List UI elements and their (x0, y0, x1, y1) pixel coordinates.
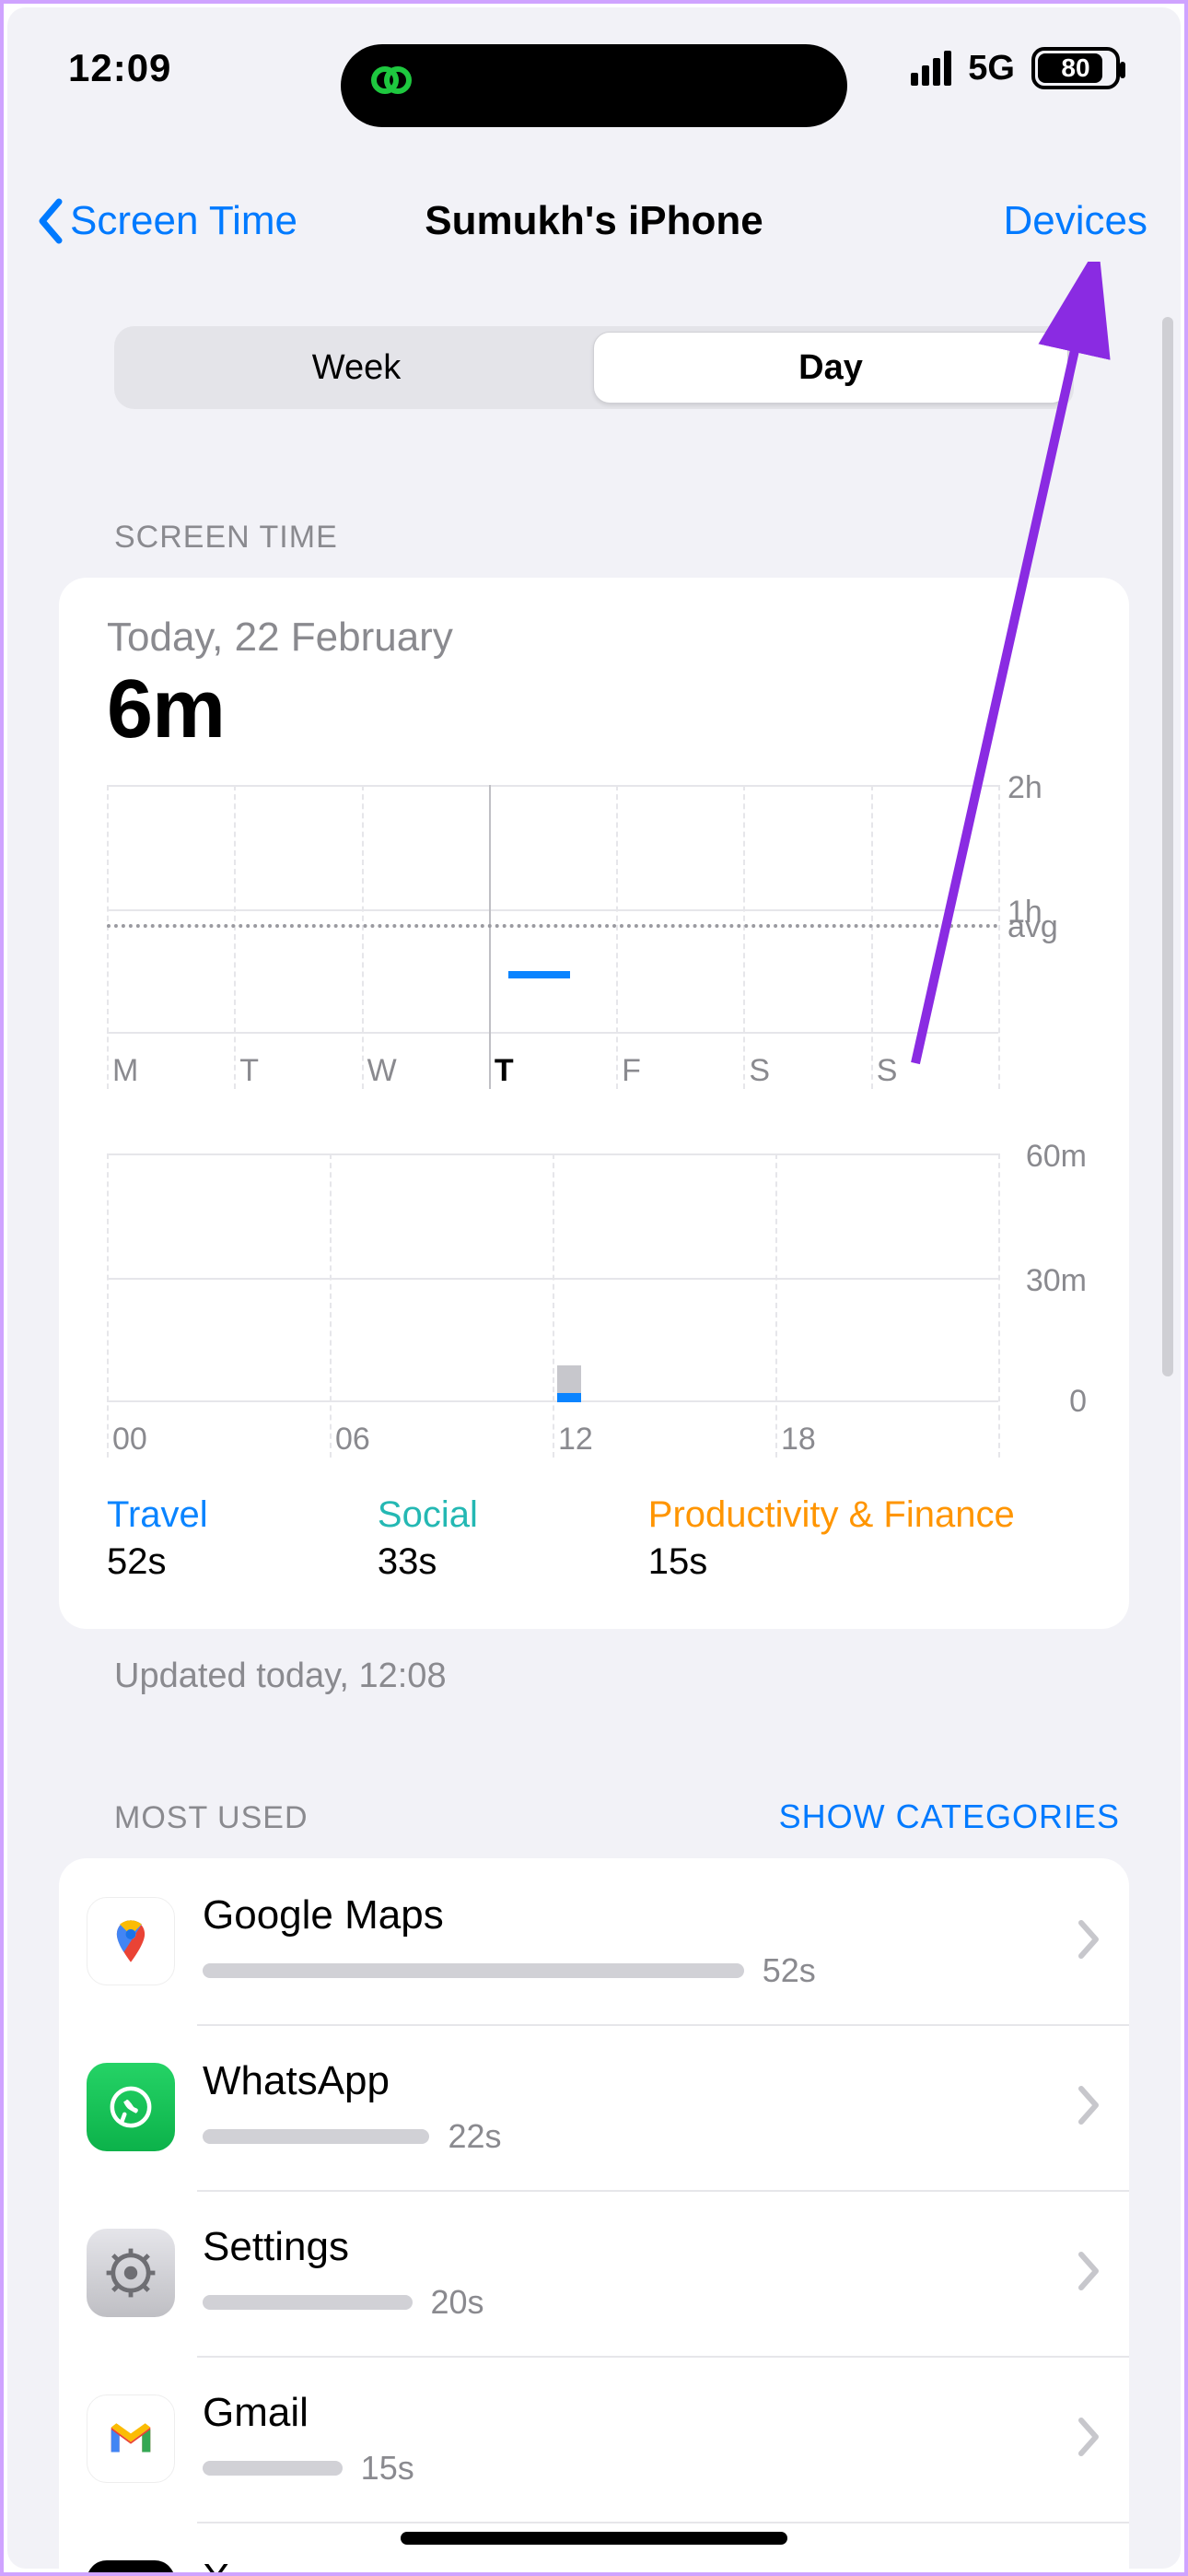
category-social[interactable]: Social 33s (378, 1494, 648, 1583)
usage-bar (203, 1963, 744, 1978)
status-time: 12:09 (68, 46, 171, 90)
y-tick-0: 0 (1004, 1384, 1087, 1420)
hour-axis: 00 06 12 18 (107, 1422, 998, 1458)
chevron-right-icon (1076, 2085, 1101, 2130)
chevron-right-icon (1076, 1919, 1101, 1964)
dynamic-island (341, 44, 847, 127)
cellular-signal-icon (911, 51, 951, 86)
battery-icon: 80 (1031, 47, 1120, 89)
y-tick-30m: 30m (1004, 1263, 1087, 1299)
hourly-chart[interactable]: 60m 30m 0 00 06 12 18 (107, 1153, 1081, 1458)
weekday-axis: M T W T F S S (107, 1053, 998, 1089)
usage-duration: 15s (361, 2449, 414, 2488)
back-button[interactable]: Screen Time (37, 198, 297, 244)
usage-bar (203, 2129, 429, 2144)
app-row-whatsapp[interactable]: WhatsApp 22s (59, 2024, 1129, 2190)
whatsapp-icon (87, 2063, 175, 2151)
avg-label: avg (1007, 909, 1081, 945)
app-row-settings[interactable]: Settings 20s (59, 2190, 1129, 2356)
scroll-indicator (1162, 317, 1173, 1376)
app-name: WhatsApp (203, 2058, 1076, 2104)
google-maps-icon (87, 1897, 175, 1985)
week-bar-thursday (508, 971, 571, 978)
chevron-right-icon (1076, 2251, 1101, 2296)
devices-button[interactable]: Devices (1004, 198, 1148, 244)
weekly-chart[interactable]: 2h 1h avg M T W T F S S (107, 785, 1081, 1089)
section-header-screen-time: SCREEN TIME (4, 409, 1184, 578)
screen-time-card: Today, 22 February 6m 2h 1h avg M (59, 578, 1129, 1629)
segment-day[interactable]: Day (593, 332, 1068, 404)
usage-duration: 52s (763, 1951, 816, 1990)
usage-bar (203, 2295, 413, 2310)
show-categories-button[interactable]: SHOW CATEGORIES (779, 1797, 1120, 1836)
category-travel[interactable]: Travel 52s (107, 1494, 378, 1583)
app-name: X (203, 2556, 1076, 2572)
scroll-area[interactable]: Week Day SCREEN TIME Today, 22 February … (4, 299, 1184, 2572)
avg-line (107, 924, 998, 928)
updated-label: Updated today, 12:08 (4, 1629, 1184, 1696)
y-tick-2h: 2h (1007, 770, 1081, 806)
y-tick-60m: 60m (1004, 1139, 1087, 1175)
nav-bar: Screen Time Sumukh's iPhone Devices (4, 175, 1184, 267)
settings-icon (87, 2229, 175, 2317)
most-used-list: Google Maps 52s WhatsApp 22s (59, 1858, 1129, 2572)
usage-duration: 22s (448, 2117, 501, 2156)
chevron-left-icon (37, 198, 64, 244)
section-header-most-used: MOST USED (114, 1800, 309, 1836)
usage-duration: 20s (431, 2283, 484, 2322)
gmail-icon (87, 2395, 175, 2483)
home-indicator[interactable] (401, 2532, 787, 2545)
back-label: Screen Time (70, 198, 297, 244)
category-productivity[interactable]: Productivity & Finance 15s (648, 1494, 1081, 1583)
page-title: Sumukh's iPhone (425, 198, 763, 244)
segment-week[interactable]: Week (120, 332, 593, 404)
battery-percent: 80 (1061, 53, 1089, 83)
app-name: Gmail (203, 2390, 1076, 2436)
app-row-google-maps[interactable]: Google Maps 52s (59, 1858, 1129, 2024)
app-name: Google Maps (203, 1892, 1076, 1938)
today-date-label: Today, 22 February (107, 615, 1081, 661)
live-activity-icon (368, 57, 414, 114)
category-breakdown: Travel 52s Social 33s Productivity & Fin… (107, 1494, 1081, 1583)
hour-bar-11 (557, 1365, 581, 1402)
app-name: Settings (203, 2224, 1076, 2270)
x-icon (87, 2560, 175, 2572)
total-screen-time: 6m (107, 662, 1081, 757)
app-row-x[interactable]: X 7s (59, 2522, 1129, 2572)
week-day-segmented[interactable]: Week Day (114, 326, 1074, 409)
app-row-gmail[interactable]: Gmail 15s (59, 2356, 1129, 2522)
network-label: 5G (968, 49, 1015, 88)
usage-bar (203, 2461, 343, 2476)
chevron-right-icon (1076, 2417, 1101, 2462)
